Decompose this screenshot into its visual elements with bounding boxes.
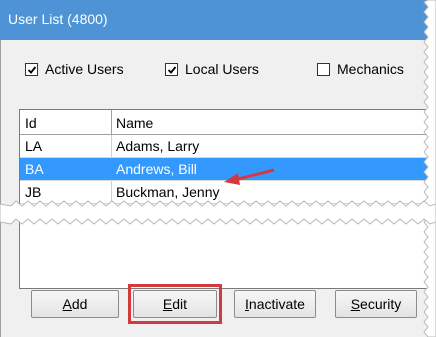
annotation-arrow bbox=[224, 168, 275, 185]
screenshot-torn-edges bbox=[0, 0, 436, 337]
user-list-window: User List (4800) Active Users Local User… bbox=[0, 0, 436, 337]
